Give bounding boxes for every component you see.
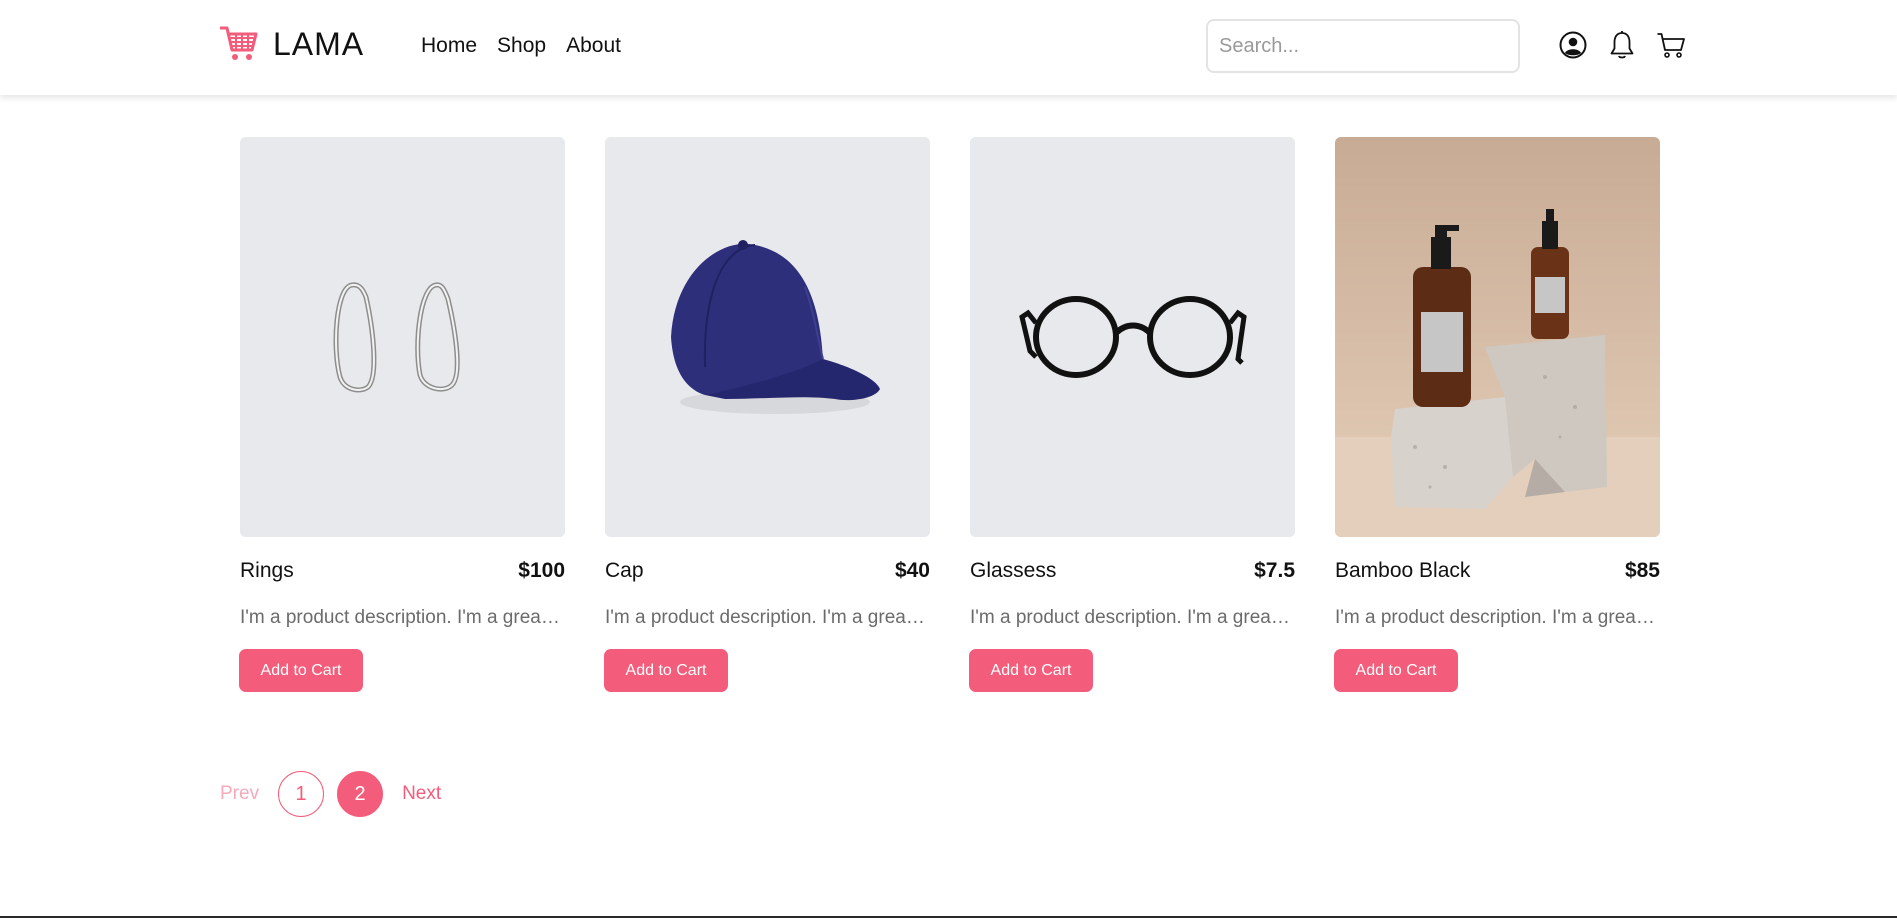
product-description: I'm a product description. I'm a great p… <box>970 607 1295 628</box>
add-to-cart-button[interactable]: Add to Cart <box>604 649 728 692</box>
product-header: Cap $40 <box>605 559 930 583</box>
navbar: LAMA Home Shop About <box>0 0 1897 95</box>
product-header: Glassess $7.5 <box>970 559 1295 583</box>
search-input[interactable] <box>1206 19 1520 73</box>
glasses-image <box>970 137 1295 537</box>
product-price: $40 <box>894 559 930 582</box>
cart-icon <box>1657 33 1685 58</box>
profile-icon <box>1559 31 1587 59</box>
page-1-button[interactable]: 1 <box>278 771 325 817</box>
product-description: I'm a product description. I'm a great p… <box>605 607 930 628</box>
product-description: I'm a product description. I'm a great p… <box>240 607 565 628</box>
notifications-button[interactable] <box>1607 29 1637 61</box>
product-card[interactable]: Glassess $7.5 I'm a product description.… <box>969 137 1295 692</box>
product-image-bamboo-black[interactable] <box>1335 137 1660 537</box>
pagination: Prev 1 2 Next <box>220 771 441 817</box>
product-card[interactable]: Bamboo Black $85 I'm a product descripti… <box>1334 137 1660 692</box>
next-page-button[interactable]: Next <box>402 783 441 805</box>
nav-about-link[interactable]: About <box>566 34 621 58</box>
product-image-rings[interactable] <box>240 137 565 537</box>
product-price: $7.5 <box>1254 559 1295 582</box>
add-to-cart-button[interactable]: Add to Cart <box>969 649 1093 692</box>
add-to-cart-button[interactable]: Add to Cart <box>1334 649 1458 692</box>
brand-name: LAMA <box>273 25 365 62</box>
cart-button[interactable] <box>1656 29 1686 61</box>
product-image-cap[interactable] <box>605 137 930 537</box>
rings-image <box>240 137 565 537</box>
product-header: Bamboo Black $85 <box>1335 559 1660 583</box>
main-nav: Home Shop About <box>421 34 621 58</box>
bottles-image <box>1335 137 1660 537</box>
nav-home-link[interactable]: Home <box>421 34 477 58</box>
product-name[interactable]: Rings <box>240 559 294 583</box>
cap-image <box>605 137 930 537</box>
brand-logo[interactable]: LAMA <box>218 24 364 64</box>
profile-button[interactable] <box>1558 29 1588 61</box>
product-header: Rings $100 <box>240 559 565 583</box>
page-2-button[interactable]: 2 <box>337 771 384 817</box>
product-name[interactable]: Cap <box>605 559 644 583</box>
product-card[interactable]: Rings $100 I'm a product description. I'… <box>239 137 565 692</box>
product-name[interactable]: Bamboo Black <box>1335 559 1470 583</box>
nav-shop-link[interactable]: Shop <box>497 34 546 58</box>
product-image-glasses[interactable] <box>970 137 1295 537</box>
product-card[interactable]: Cap $40 I'm a product description. I'm a… <box>604 137 930 692</box>
bell-icon <box>1610 31 1634 59</box>
prev-page-button[interactable]: Prev <box>220 783 259 805</box>
product-price: $85 <box>1624 559 1660 582</box>
shopping-cart-icon <box>220 26 258 60</box>
header-icons <box>1558 29 1686 61</box>
product-price: $100 <box>518 559 565 582</box>
product-name[interactable]: Glassess <box>970 559 1056 583</box>
add-to-cart-button[interactable]: Add to Cart <box>239 649 363 692</box>
product-list: Rings $100 I'm a product description. I'… <box>239 137 1660 692</box>
product-description: I'm a product description. I'm a great p… <box>1335 607 1660 628</box>
